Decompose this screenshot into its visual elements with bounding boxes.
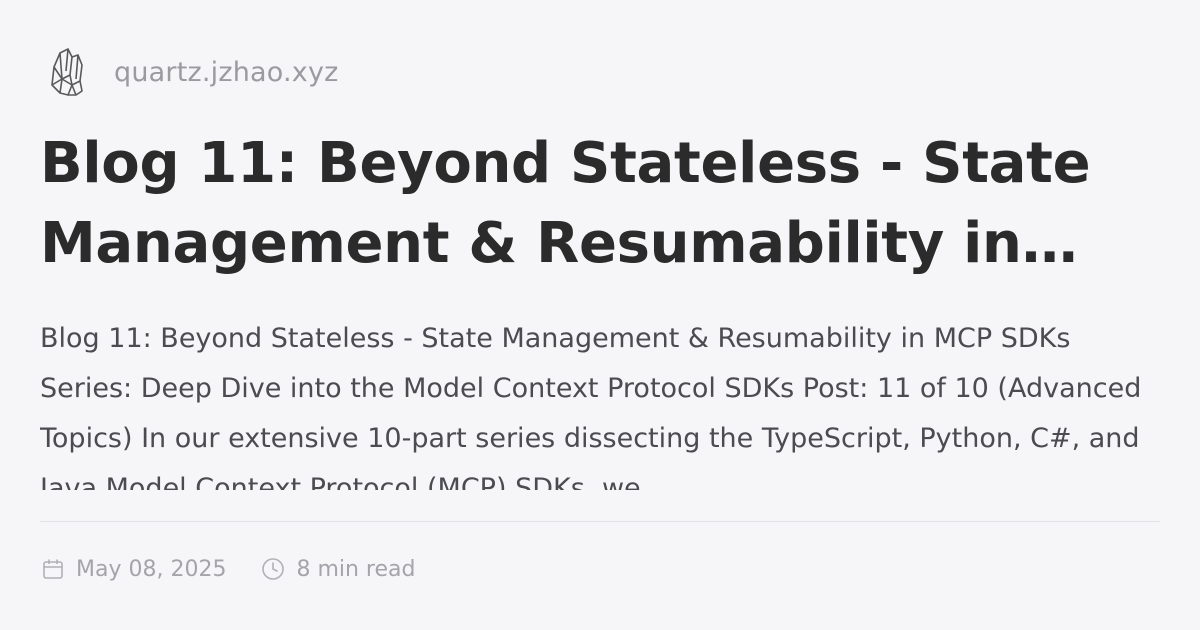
post-excerpt: Blog 11: Beyond Stateless - State Manage… — [40, 323, 1142, 490]
site-name[interactable]: quartz.jzhao.xyz — [114, 57, 339, 88]
post-meta: May 08, 2025 8 min read — [40, 556, 449, 582]
crystal-logo-icon — [44, 42, 92, 102]
post-read-time: 8 min read — [260, 556, 415, 582]
post-date-text: May 08, 2025 — [76, 556, 227, 582]
post-date: May 08, 2025 — [40, 556, 226, 582]
divider — [40, 521, 1160, 522]
post-read-time-text: 8 min read — [296, 556, 416, 582]
clock-icon — [260, 556, 286, 582]
og-preview-card: quartz.jzhao.xyz Blog 11: Beyond Statele… — [0, 0, 1200, 630]
post-title[interactable]: Blog 11: Beyond Stateless - State Manage… — [40, 124, 1150, 284]
site-header: quartz.jzhao.xyz — [40, 40, 1160, 104]
calendar-icon — [40, 556, 66, 582]
